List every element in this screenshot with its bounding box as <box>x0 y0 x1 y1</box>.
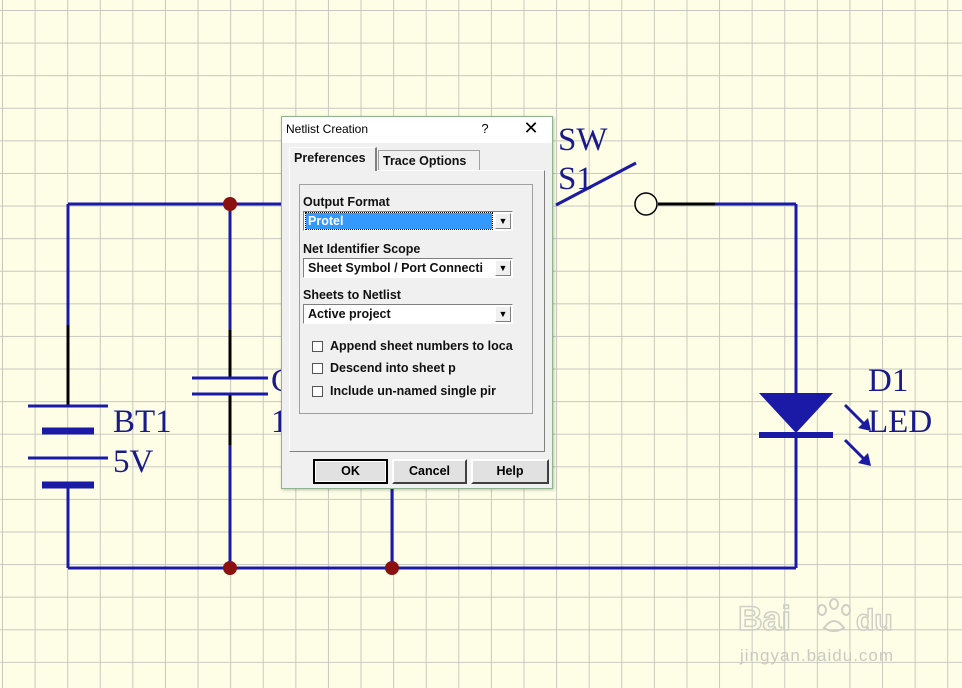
dialog-titlebar[interactable]: Netlist Creation ? ✕ <box>282 117 552 143</box>
close-icon[interactable]: ✕ <box>522 118 540 139</box>
ok-button[interactable]: OK <box>313 459 388 484</box>
battery-symbol <box>28 404 108 489</box>
output-format-value: Protel <box>305 212 493 230</box>
checkbox-label: Include un-named single pir <box>330 384 496 398</box>
chevron-down-icon[interactable]: ▼ <box>495 213 511 229</box>
capacitor-symbol <box>192 376 268 396</box>
checkbox-box[interactable] <box>312 363 323 374</box>
net-identifier-scope-label: Net Identifier Scope <box>303 242 421 256</box>
include-unnamed-single-pin-checkbox[interactable]: Include un-named single pir <box>312 384 553 400</box>
net-identifier-scope-select[interactable]: Sheet Symbol / Port Connecti ▼ <box>303 258 513 278</box>
watermark-url: jingyan.baidu.com <box>740 646 895 665</box>
tab-preferences[interactable]: Preferences <box>289 147 377 171</box>
sheets-to-netlist-label: Sheets to Netlist <box>303 288 401 302</box>
dialog-title: Netlist Creation <box>286 122 369 136</box>
led-value: LED <box>868 404 933 440</box>
battery-designator: BT1 <box>113 404 172 440</box>
netlist-creation-dialog: Netlist Creation ? ✕ Preferences Trace O… <box>281 116 553 489</box>
svg-text:Bai: Bai <box>738 600 791 638</box>
chevron-down-icon[interactable]: ▼ <box>495 306 511 322</box>
help-question-icon[interactable]: ? <box>479 121 491 136</box>
append-sheet-numbers-checkbox[interactable]: Append sheet numbers to loca <box>312 339 553 355</box>
sheets-to-netlist-value: Active project <box>308 307 391 321</box>
switch-name: S1 <box>558 161 593 197</box>
led-symbol <box>759 393 871 466</box>
checkbox-box[interactable] <box>312 341 323 352</box>
baidu-watermark-logo: Bai du <box>738 598 893 639</box>
cancel-button[interactable]: Cancel <box>392 459 467 484</box>
descend-into-sheet-checkbox[interactable]: Descend into sheet p <box>312 361 553 377</box>
tab-trace-options[interactable]: Trace Options <box>378 150 480 171</box>
checkbox-label: Descend into sheet p <box>330 361 456 375</box>
checkbox-box[interactable] <box>312 386 323 397</box>
battery-value: 5V <box>113 444 154 480</box>
sheets-to-netlist-select[interactable]: Active project ▼ <box>303 304 513 324</box>
net-identifier-scope-value: Sheet Symbol / Port Connecti <box>308 261 484 275</box>
led-designator: D1 <box>868 363 909 399</box>
help-button[interactable]: Help <box>471 459 549 484</box>
output-format-label: Output Format <box>303 195 390 209</box>
checkbox-label: Append sheet numbers to loca <box>330 339 513 353</box>
chevron-down-icon[interactable]: ▼ <box>495 260 511 276</box>
svg-text:du: du <box>856 604 893 637</box>
output-format-select[interactable]: Protel ▼ <box>303 211 513 231</box>
switch-designator: SW <box>558 122 608 158</box>
